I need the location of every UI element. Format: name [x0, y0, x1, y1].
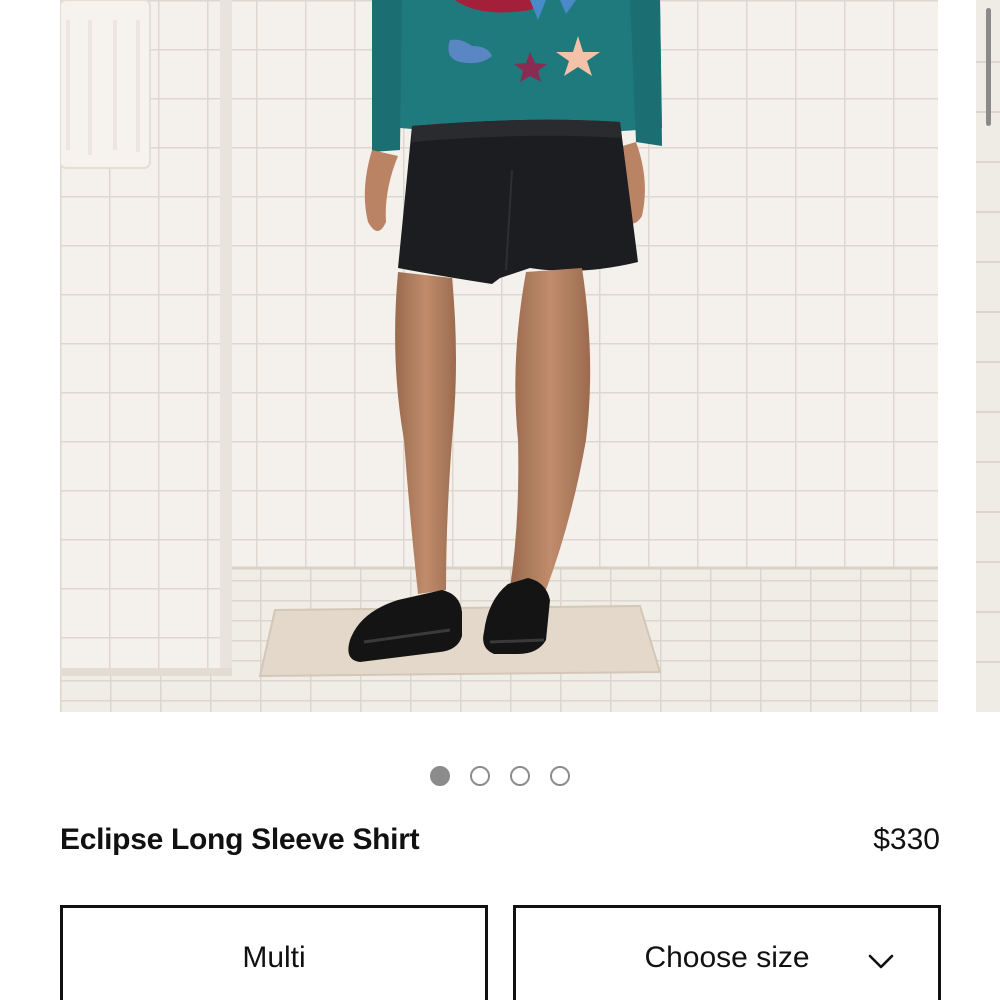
carousel-dot-1[interactable]: [430, 766, 450, 786]
product-image-carousel[interactable]: [0, 0, 1000, 712]
product-photo-illustration: [60, 0, 938, 712]
carousel-pagination: [0, 766, 1000, 786]
product-title: Eclipse Long Sleeve Shirt: [60, 823, 420, 856]
product-price: $330: [873, 823, 940, 856]
size-selector-placeholder: Choose size: [644, 941, 810, 974]
color-selector-value: Multi: [242, 941, 306, 974]
scroll-indicator[interactable]: [986, 8, 991, 126]
product-page: Eclipse Long Sleeve Shirt $330 Multi Cho…: [0, 0, 1000, 1000]
product-photo[interactable]: [60, 0, 938, 712]
color-selector[interactable]: Multi: [60, 905, 488, 1000]
carousel-dot-4[interactable]: [550, 766, 570, 786]
chevron-down-icon: [868, 954, 894, 969]
size-selector[interactable]: Choose size: [513, 905, 941, 1000]
carousel-dot-2[interactable]: [470, 766, 490, 786]
carousel-dot-3[interactable]: [510, 766, 530, 786]
